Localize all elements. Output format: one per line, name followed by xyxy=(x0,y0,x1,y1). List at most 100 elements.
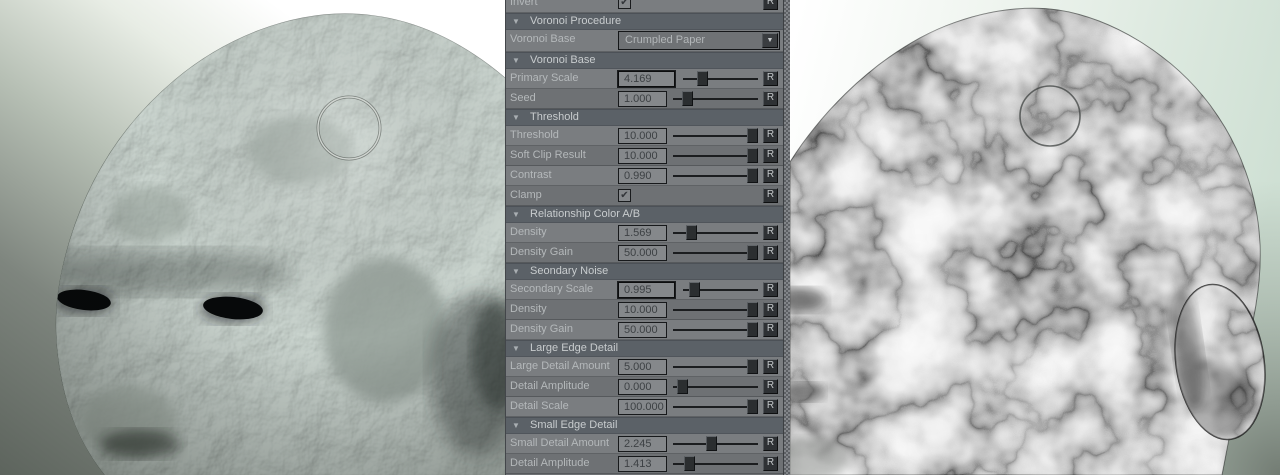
section-collapse-icon[interactable]: ▼ xyxy=(512,210,520,219)
section-header[interactable]: ▼Seondary Noise xyxy=(506,263,784,280)
slider-handle[interactable] xyxy=(747,359,758,374)
value-field[interactable]: 10.000 xyxy=(618,302,667,318)
reset-button[interactable]: R xyxy=(763,322,778,337)
section-collapse-icon[interactable]: ▼ xyxy=(512,56,520,65)
value-field[interactable]: 100.000 xyxy=(618,399,667,415)
reset-button[interactable]: R xyxy=(763,225,778,240)
param-row: Invert ✔ R xyxy=(506,0,784,13)
slider-track[interactable] xyxy=(673,322,758,337)
section-collapse-icon[interactable]: ▼ xyxy=(512,344,520,353)
section-header[interactable]: ▼Relationship Color A/B xyxy=(506,206,784,223)
reset-button[interactable]: R xyxy=(763,399,778,414)
value-field[interactable]: 50.000 xyxy=(618,322,667,338)
slider-track[interactable] xyxy=(673,456,758,471)
reset-button[interactable]: R xyxy=(763,148,778,163)
param-label: Threshold xyxy=(510,129,559,141)
reset-button[interactable]: R xyxy=(763,456,778,471)
reset-button[interactable]: R xyxy=(763,188,778,203)
reset-button[interactable]: R xyxy=(763,245,778,260)
checkmark-icon: ✔ xyxy=(620,190,628,201)
panel-scrollbar[interactable] xyxy=(783,0,790,475)
slider-track[interactable] xyxy=(683,71,758,86)
slider-handle[interactable] xyxy=(747,128,758,143)
param-label: Detail Scale xyxy=(510,400,569,412)
value-field[interactable]: 50.000 xyxy=(618,245,667,261)
reset-button[interactable]: R xyxy=(763,302,778,317)
dropdown-arrow-icon[interactable]: ▼ xyxy=(762,33,778,48)
slider-handle[interactable] xyxy=(747,302,758,317)
section-collapse-icon[interactable]: ▼ xyxy=(512,267,520,276)
slider-track[interactable] xyxy=(673,128,758,143)
slider-handle[interactable] xyxy=(747,322,758,337)
value-field[interactable]: 0.990 xyxy=(618,168,667,184)
slider-handle[interactable] xyxy=(684,456,695,471)
reset-button[interactable]: R xyxy=(763,128,778,143)
slider-track[interactable] xyxy=(673,379,758,394)
value-field[interactable]: 4.169 xyxy=(618,71,675,87)
slider-handle[interactable] xyxy=(682,91,693,106)
value-field[interactable]: 1.000 xyxy=(618,91,667,107)
slider-track[interactable] xyxy=(673,148,758,163)
param-row: Soft Clip Result10.000R xyxy=(506,146,784,166)
value-field[interactable]: 0.995 xyxy=(618,282,675,298)
section-header-label: Large Edge Detail xyxy=(530,342,618,354)
slider-track[interactable] xyxy=(673,91,758,106)
section-collapse-icon[interactable]: ▼ xyxy=(512,421,520,430)
reset-button[interactable]: R xyxy=(763,282,778,297)
reset-button[interactable]: R xyxy=(763,436,778,451)
reset-button[interactable]: R xyxy=(763,91,778,106)
value-field[interactable]: 10.000 xyxy=(618,128,667,144)
slider-track[interactable] xyxy=(673,436,758,451)
value-field[interactable]: 1.569 xyxy=(618,225,667,241)
shader-parameter-panel: Invert ✔ R ▼Voronoi ProcedureVoronoi BaseCr… xyxy=(505,0,790,475)
param-label: Invert xyxy=(510,0,538,8)
section-header[interactable]: ▼Small Edge Detail xyxy=(506,417,784,434)
slider-handle[interactable] xyxy=(706,436,717,451)
section-collapse-icon[interactable]: ▼ xyxy=(512,113,520,122)
texture-head-render xyxy=(790,0,1280,475)
section-header[interactable]: ▼Voronoi Procedure xyxy=(506,13,784,30)
param-row: Secondary Scale 0.995 R xyxy=(506,280,784,300)
value-field[interactable]: 1.413 xyxy=(618,456,667,472)
slider-track[interactable] xyxy=(673,168,758,183)
reset-button[interactable]: R xyxy=(763,0,778,10)
application-window: Invert ✔ R ▼Voronoi ProcedureVoronoi BaseCr… xyxy=(0,0,1280,475)
slider-track[interactable] xyxy=(673,399,758,414)
slider-handle[interactable] xyxy=(747,245,758,260)
section-header[interactable]: ▼Threshold xyxy=(506,109,784,126)
slider-track[interactable] xyxy=(673,359,758,374)
value-field[interactable]: 0.000 xyxy=(618,379,667,395)
section-collapse-icon[interactable]: ▼ xyxy=(512,17,520,26)
section-header[interactable]: ▼Voronoi Base xyxy=(506,52,784,69)
slider-track[interactable] xyxy=(673,245,758,260)
param-row: Voronoi BaseCrumpled Paper▼ xyxy=(506,30,784,52)
reset-button[interactable]: R xyxy=(763,168,778,183)
param-label: Detail Amplitude xyxy=(510,457,590,469)
slider-handle[interactable] xyxy=(697,71,708,86)
param-row: Detail Scale 100.000 R xyxy=(506,397,784,417)
slider-track[interactable] xyxy=(673,225,758,240)
viewport-texture-preview[interactable] xyxy=(790,0,1280,475)
param-row: Large Detail Amount5.000R xyxy=(506,357,784,377)
slider-handle[interactable] xyxy=(747,399,758,414)
section-header[interactable]: ▼ Large Edge Detail xyxy=(506,340,784,357)
param-label: Secondary Scale xyxy=(510,283,593,295)
dropdown[interactable]: Crumpled Paper▼ xyxy=(618,31,780,50)
param-label: Small Detail Amount xyxy=(510,437,609,449)
value-field[interactable]: 10.000 xyxy=(618,148,667,164)
slider-handle[interactable] xyxy=(686,225,697,240)
reset-button[interactable]: R xyxy=(763,359,778,374)
reset-button[interactable]: R xyxy=(763,379,778,394)
slider-handle[interactable] xyxy=(677,379,688,394)
slider-handle[interactable] xyxy=(747,148,758,163)
checkbox[interactable]: ✔ xyxy=(618,0,631,9)
checkbox[interactable]: ✔ xyxy=(618,189,631,202)
value-field[interactable]: 2.245 xyxy=(618,436,667,452)
slider-track[interactable] xyxy=(683,282,758,297)
value-field[interactable]: 5.000 xyxy=(618,359,667,375)
reset-button[interactable]: R xyxy=(763,71,778,86)
slider-track[interactable] xyxy=(673,302,758,317)
slider-handle[interactable] xyxy=(747,168,758,183)
slider-handle[interactable] xyxy=(689,282,700,297)
viewport-shaded-preview[interactable] xyxy=(0,0,505,475)
